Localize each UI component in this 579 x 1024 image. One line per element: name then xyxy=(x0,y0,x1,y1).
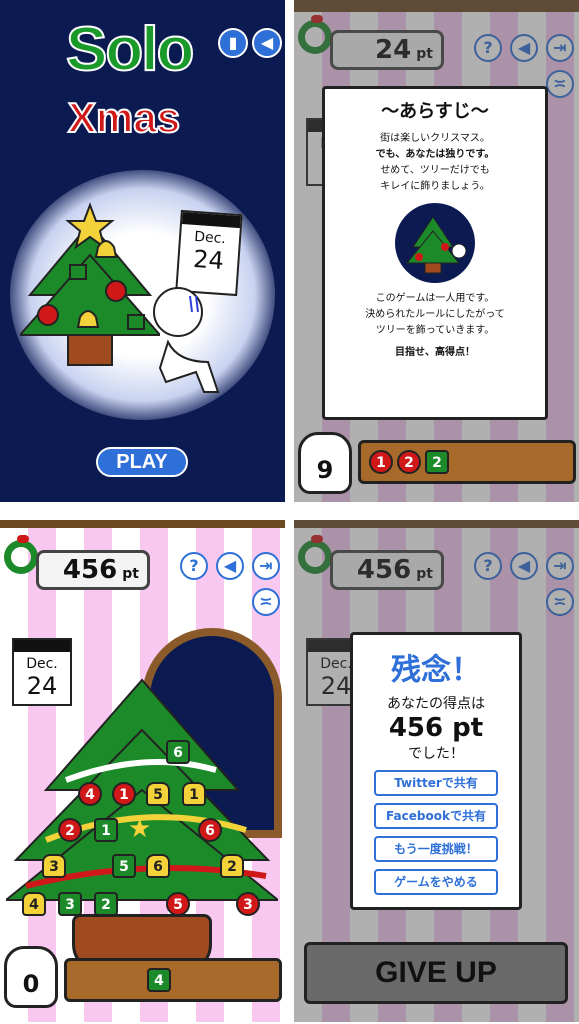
top-frame xyxy=(0,520,285,528)
share-twitter-button[interactable]: Twitterで共有 xyxy=(374,770,498,796)
help-icon[interactable]: ? xyxy=(180,552,208,580)
ornament[interactable]: 5 xyxy=(112,854,136,878)
wreath-icon xyxy=(4,535,38,574)
ornament[interactable]: 6 xyxy=(146,854,170,878)
story-line: 決められたルールにしたがって xyxy=(365,309,505,320)
story-line: 目指せ、高得点！ xyxy=(395,347,475,358)
result-line: あなたの得点は xyxy=(387,696,485,712)
title-solo: Solo xyxy=(65,14,195,85)
quit-button[interactable]: ゲームをやめる xyxy=(374,869,498,895)
ornament[interactable]: 3 xyxy=(236,892,260,916)
ornament[interactable]: 2 xyxy=(58,818,82,842)
ornament[interactable]: 1 xyxy=(94,818,118,842)
lonely-character xyxy=(153,287,220,393)
play-screen: 456 pt ? ◀ ⇥ ≍ Dec. 24 6 4 1 5 1 2 1 ★ 6… xyxy=(0,520,285,1022)
token-red[interactable]: 2 xyxy=(397,450,421,474)
token-tray: 4 xyxy=(64,958,282,1002)
ranking-icon[interactable]: ▮ xyxy=(218,28,248,58)
story-line: でも、あなたは独りです。 xyxy=(375,149,495,160)
ornament[interactable]: 5 xyxy=(166,892,190,916)
story-modal: ～あらすじ～ 街は楽しいクリスマス。 でも、あなたは独りです。 せめて、ツリーだ… xyxy=(322,86,548,420)
retry-button[interactable]: もう一度挑戦！ xyxy=(374,836,498,862)
title-xmas: Xmas xyxy=(67,93,181,142)
token-red[interactable]: 1 xyxy=(369,450,393,474)
ornament[interactable]: 5 xyxy=(146,782,170,806)
score-unit: pt xyxy=(122,566,139,582)
story-line: このゲームは一人用です。 xyxy=(375,293,495,304)
result-modal: 残念！ あなたの得点は 456 pt でした！ Twitterで共有 Faceb… xyxy=(350,632,522,910)
score-value: 456 xyxy=(62,555,118,585)
ornament[interactable]: 1 xyxy=(182,782,206,806)
star-icon: ★ xyxy=(128,814,152,844)
share-facebook-button[interactable]: Facebookで共有 xyxy=(374,803,498,829)
result-score: 456 pt xyxy=(388,713,484,743)
give-up-banner: GIVE UP xyxy=(304,942,568,1004)
score-display: 456 pt xyxy=(36,550,150,590)
ornament[interactable]: 2 xyxy=(220,854,244,878)
story-line: ツリーを飾っていきます。 xyxy=(375,325,495,336)
story-line: せめて、ツリーだけでも xyxy=(380,165,490,176)
result-line: でした！ xyxy=(408,746,464,762)
play-button[interactable]: PLAY xyxy=(96,447,188,477)
sound-icon[interactable]: ◀ xyxy=(252,28,282,58)
token-green[interactable]: 2 xyxy=(425,450,449,474)
exit-icon[interactable]: ⇥ xyxy=(252,552,280,580)
ornament[interactable]: 6 xyxy=(166,740,190,764)
shuffle-icon[interactable]: ≍ xyxy=(252,588,280,616)
story-line: 街は楽しいクリスマス。 xyxy=(380,133,490,144)
sound-icon[interactable]: ◀ xyxy=(216,552,244,580)
bag-counter: 0 xyxy=(4,946,58,1008)
ornament[interactable]: 4 xyxy=(78,782,102,806)
ornament[interactable]: 3 xyxy=(58,892,82,916)
bag-counter: 9 xyxy=(298,432,352,494)
current-token[interactable]: 4 xyxy=(147,968,171,992)
modal-title: ～あらすじ～ xyxy=(381,101,489,122)
token-tray: 1 2 2 xyxy=(358,440,576,484)
result-screen: 456 pt ? ◀ ⇥ ≍ Dec. 24 残念！ あなたの得点は 456 p… xyxy=(294,520,579,1022)
title-screen: Solo Xmas ▮ ◀ Dec. 24 PLAY xyxy=(0,0,285,502)
story-illustration xyxy=(395,203,475,283)
ornament[interactable]: 4 xyxy=(22,892,46,916)
calendar-day: 24 xyxy=(192,244,225,276)
story-line: キレイに飾りましょう。 xyxy=(380,181,490,192)
story-screen: 24 pt ? ◀ ⇥ ≍ Dec. 24 9 1 2 2 ～あらすじ～ 街は楽… xyxy=(294,0,579,502)
ornament[interactable]: 1 xyxy=(112,782,136,806)
ornament[interactable]: 2 xyxy=(94,892,118,916)
result-title: 残念！ xyxy=(391,653,481,688)
ornament[interactable]: 3 xyxy=(42,854,66,878)
ornament[interactable]: 6 xyxy=(198,818,222,842)
